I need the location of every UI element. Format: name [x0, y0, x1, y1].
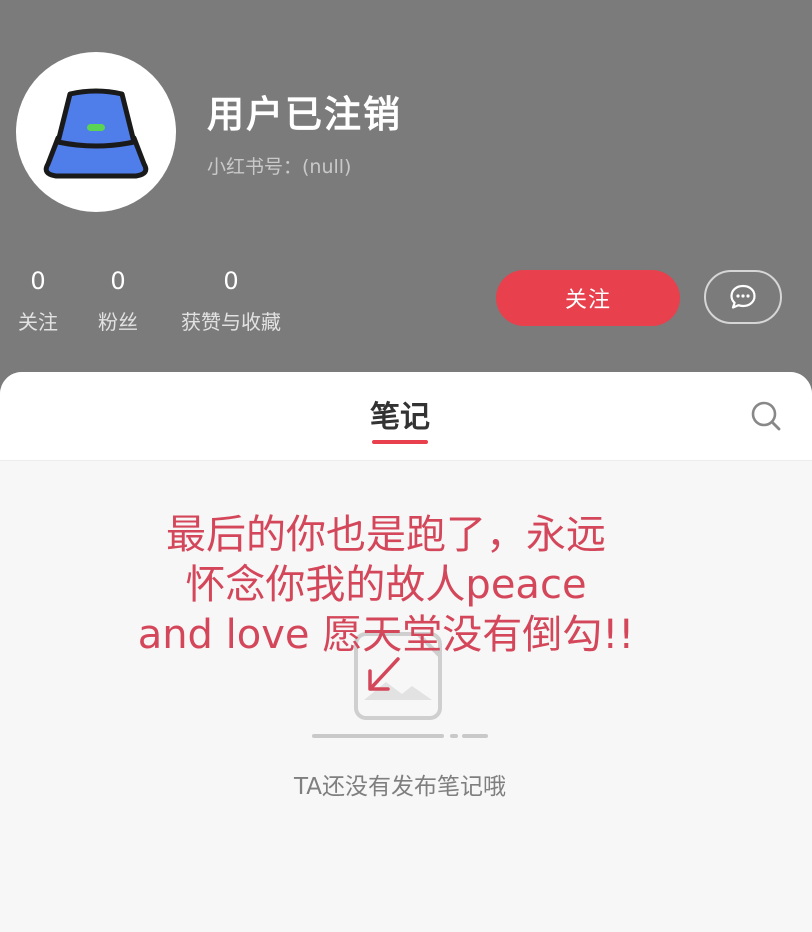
username: 用户已注销	[207, 93, 402, 136]
stat-likes-collects[interactable]: 0 获赞与收藏	[173, 266, 289, 335]
chat-bubble-icon	[730, 284, 756, 309]
avatar[interactable]	[16, 52, 176, 212]
stat-value: 0	[30, 267, 46, 295]
message-button[interactable]	[704, 270, 782, 324]
stat-followers[interactable]: 0 粉丝	[94, 266, 142, 335]
search-icon	[751, 401, 781, 431]
stat-label: 关注	[18, 310, 58, 334]
follow-button[interactable]: 关注	[496, 270, 680, 326]
tab-active-indicator	[372, 440, 428, 444]
search-button[interactable]	[748, 398, 784, 438]
empty-notes-text: TA还没有发布笔记哦	[294, 774, 506, 800]
stat-value: 0	[223, 267, 239, 295]
stat-label: 粉丝	[98, 310, 138, 334]
stat-value: 0	[110, 267, 126, 295]
bucket-hat-icon	[43, 88, 149, 179]
red-id: 小红书号：(null)	[207, 156, 352, 178]
tab-notes[interactable]: 笔记	[364, 392, 436, 436]
caption-line: and love 愿天堂没有倒勾!!	[137, 612, 635, 658]
stat-following[interactable]: 0 关注	[14, 266, 62, 335]
tab-bar: 笔记	[0, 372, 812, 461]
profile-header: 用户已注销 小红书号：(null) 0 关注 0 粉丝 0 获赞与收藏 关注	[0, 0, 812, 400]
stat-label: 获赞与收藏	[181, 310, 281, 334]
